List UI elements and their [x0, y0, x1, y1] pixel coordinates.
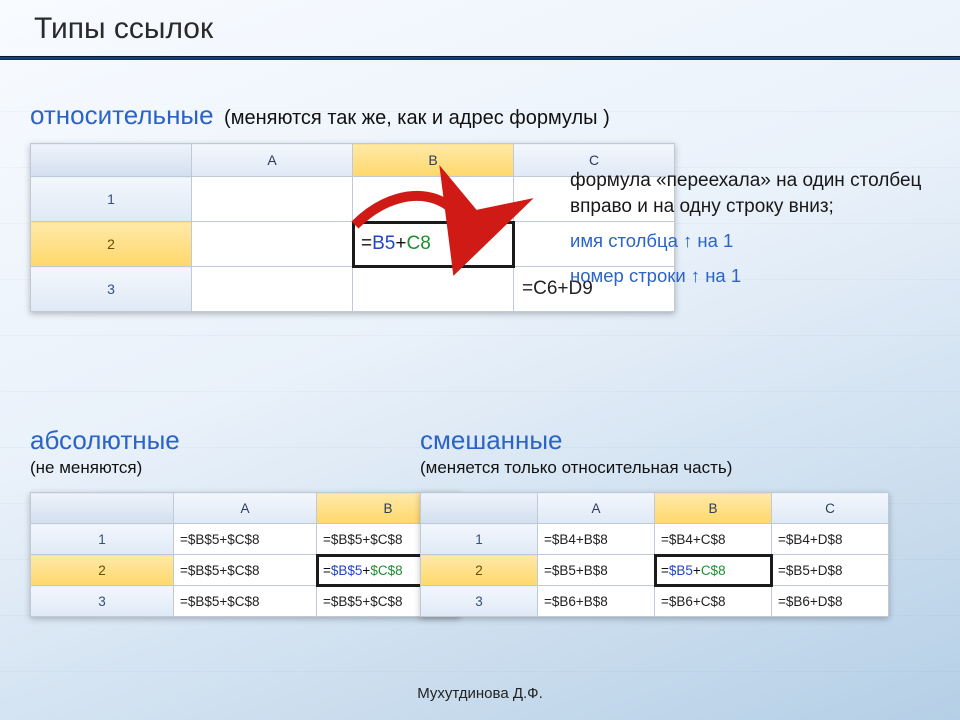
col-header: C [772, 493, 889, 524]
cell [192, 222, 353, 267]
relative-heading: относительные [30, 100, 214, 130]
cell: =$B$5+$C$8 [174, 524, 317, 555]
cell [192, 267, 353, 312]
table-header-row: A B [31, 493, 460, 524]
side-line2: имя столбца ↑ на 1 [570, 229, 930, 254]
formula-plus: + [395, 233, 406, 254]
table-row: 1 =$B$5+$C$8 =$B$5+$C$8 [31, 524, 460, 555]
relative-note: (меняются так же, как и адрес формулы ) [224, 107, 610, 129]
formula-ref1: B5 [372, 233, 395, 254]
formula-eq: = [661, 563, 669, 578]
col-header: A [192, 144, 353, 177]
cell [353, 177, 514, 222]
cell: =$B6+B$8 [538, 586, 655, 617]
row-header: 3 [31, 586, 174, 617]
row-header: 3 [421, 586, 538, 617]
table-header-row: A B C [421, 493, 889, 524]
section-mixed: смешанные (меняется только относительная… [420, 425, 930, 617]
title-rule [0, 56, 960, 60]
table-row: 3 =$B6+B$8 =$B6+C$8 =$B6+D$8 [421, 586, 889, 617]
cell: =$B5+B$8 [538, 555, 655, 586]
side-line1: формула «переехала» на один столбец впра… [570, 168, 930, 219]
cell-b2: =B5+C8 [353, 222, 514, 267]
section-absolute: абсолютные (не меняются) A B 1 =$B$5+$C$… [30, 425, 400, 617]
row-header: 2 [421, 555, 538, 586]
formula-eq: = [361, 233, 372, 254]
absolute-heading: абсолютные [30, 425, 400, 456]
table-row: 3 =$B$5+$C$8 =$B$5+$C$8 [31, 586, 460, 617]
corner-cell [31, 144, 192, 177]
formula-ref2: $C$8 [370, 563, 402, 578]
cell: =$B4+B$8 [538, 524, 655, 555]
cell: =$B6+D$8 [772, 586, 889, 617]
cell-b2: =$B5+C$8 [655, 555, 772, 586]
table-row: 1 =$B4+B$8 =$B4+C$8 =$B4+D$8 [421, 524, 889, 555]
formula-plus: + [693, 563, 701, 578]
formula-ref2: C$8 [701, 563, 726, 578]
corner-cell [421, 493, 538, 524]
page-title: Типы ссылок [0, 8, 960, 56]
col-header: A [174, 493, 317, 524]
col-header: A [538, 493, 655, 524]
formula-ref2: C8 [406, 233, 430, 254]
row-header: 2 [31, 222, 192, 267]
col-header: B [655, 493, 772, 524]
cell: =$B6+C$8 [655, 586, 772, 617]
row-header: 1 [31, 177, 192, 222]
mixed-note: (меняется только относительная часть) [420, 458, 930, 478]
cell: =$B4+D$8 [772, 524, 889, 555]
row-header: 1 [31, 524, 174, 555]
cell: =$B4+C$8 [655, 524, 772, 555]
cell: =$B$5+$C$8 [174, 586, 317, 617]
cell: =$B5+D$8 [772, 555, 889, 586]
formula-eq: = [323, 563, 331, 578]
col-header: B [353, 144, 514, 177]
table-row: 2 =$B$5+$C$8 =$B$5+$C$8 [31, 555, 460, 586]
row-header: 1 [421, 524, 538, 555]
table-absolute: A B 1 =$B$5+$C$8 =$B$5+$C$8 2 =$B$5+$C$8… [30, 492, 460, 617]
cell [192, 177, 353, 222]
footer-author: Мухутдинова Д.Ф. [0, 685, 960, 702]
slide-header: Типы ссылок [0, 8, 960, 60]
relative-side-text: формула «переехала» на один столбец впра… [570, 168, 930, 299]
cell [353, 267, 514, 312]
row-header: 2 [31, 555, 174, 586]
formula-ref1: $B5 [669, 563, 693, 578]
side-line3: номер строки ↑ на 1 [570, 264, 930, 289]
absolute-note: (не меняются) [30, 458, 400, 478]
formula-ref1: $B$5 [331, 563, 363, 578]
corner-cell [31, 493, 174, 524]
row-header: 3 [31, 267, 192, 312]
cell: =$B$5+$C$8 [174, 555, 317, 586]
mixed-heading: смешанные [420, 425, 930, 456]
relative-heading-row: относительные (меняются так же, как и ад… [30, 100, 930, 131]
table-mixed: A B C 1 =$B4+B$8 =$B4+C$8 =$B4+D$8 2 =$B… [420, 492, 889, 617]
table-row: 2 =$B5+B$8 =$B5+C$8 =$B5+D$8 [421, 555, 889, 586]
